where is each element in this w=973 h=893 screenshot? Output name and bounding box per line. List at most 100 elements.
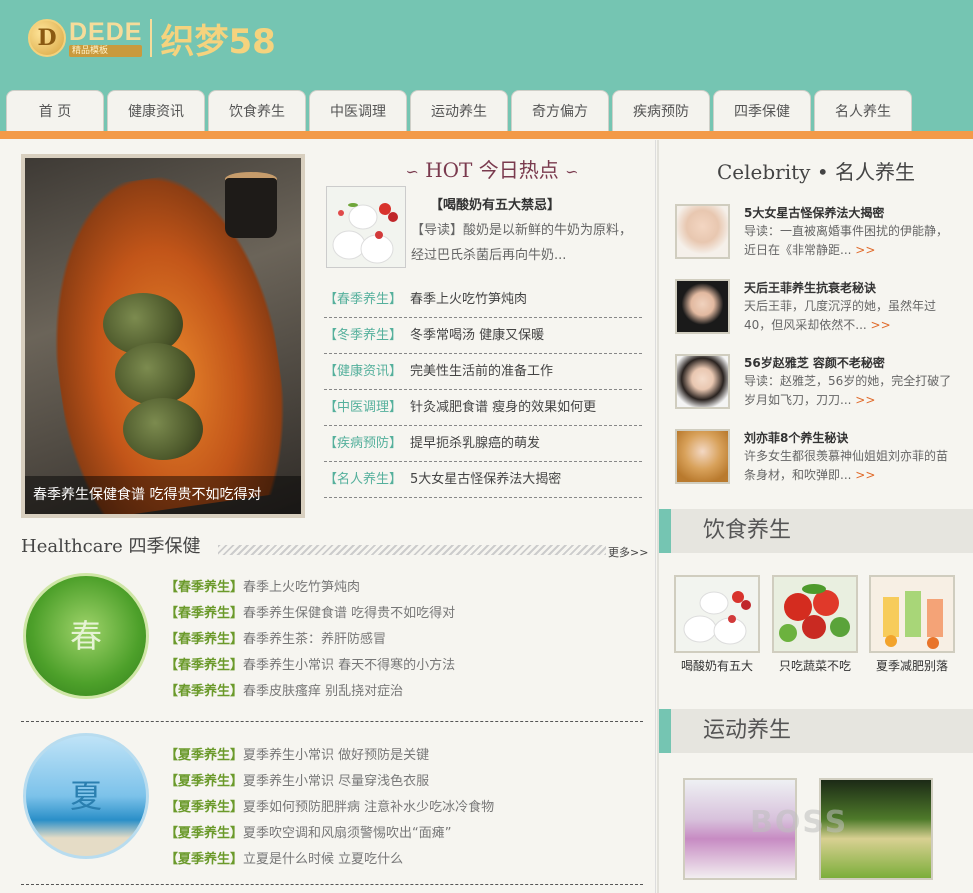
diet-thumb-vegetables[interactable] [772,575,858,653]
list-item[interactable]: 【夏季养生】夏季如何预防肥胖病 注意补水少吃冰冷食物 [165,795,494,821]
celebrity-desc-text: 导读：赵雅芝，56岁的她，完全打破了岁月如飞刀，刀刀... [744,374,952,407]
list-item[interactable]: 【春季养生】春季养生茶：养肝防感冒 [165,627,455,653]
feature-image[interactable]: 春季养生保健食谱 吃得贵不如吃得对 [21,154,305,518]
item-title[interactable]: 夏季养生小常识 做好预防是关键 [243,748,429,763]
item-title[interactable]: 立夏是什么时候 立夏吃什么 [243,852,403,867]
hot-headline-text[interactable]: 【喝酸奶有五大禁忌】 [430,198,560,213]
item-category[interactable]: 【夏季养生】 [165,800,243,815]
celebrity-item[interactable]: 天后王菲养生抗衰老秘诀 天后王菲，几度沉浮的她，虽然年过40，但风采却依然不..… [675,279,965,339]
item-title[interactable]: 春季养生茶：养肝防感冒 [243,632,386,647]
diet-thumb-yogurt[interactable] [674,575,760,653]
list-item[interactable]: 【夏季养生】夏季养生小常识 尽量穿浅色衣服 [165,769,494,795]
item-title[interactable]: 夏季吹空调和风扇须警惕吹出“面瘫” [243,826,451,841]
celebrity-item[interactable]: 5大女星古怪保养法大揭密 导读：一直被离婚事件困扰的伊能静，近日在《非常静距..… [675,204,965,264]
item-title[interactable]: 完美性生活前的准备工作 [410,364,553,379]
nav-tab-seasons[interactable]: 四季保健 [713,90,811,132]
celebrity-name[interactable]: 5大女星古怪保养法大揭密 [744,204,884,221]
item-category[interactable]: 【夏季养生】 [165,826,243,841]
yogurt-image [327,187,405,267]
nav-tab-tcm[interactable]: 中医调理 [309,90,407,132]
healthcare-more-link[interactable]: 更多>> [608,544,648,560]
list-item[interactable]: 【中医调理】 针灸减肥食谱 瘦身的效果如何更 [324,390,642,426]
item-title[interactable]: 冬季常喝汤 健康又保暖 [410,328,544,343]
more-link[interactable]: >> [855,243,875,257]
list-item[interactable]: 【名人养生】 5大女星古怪保养法大揭密 [324,462,642,498]
list-item[interactable]: 【春季养生】春季上火吃竹笋炖肉 [324,282,642,318]
nav-tab-disease[interactable]: 疾病预防 [612,90,710,132]
nav-tab-celebrity[interactable]: 名人养生 [814,90,912,132]
diet-thumb-drinks[interactable] [869,575,955,653]
list-item[interactable]: 【夏季养生】夏季养生小常识 做好预防是关键 [165,743,494,769]
item-category[interactable]: 【夏季养生】 [165,774,243,789]
item-title[interactable]: 提早扼杀乳腺癌的萌发 [410,436,540,451]
feature-caption[interactable]: 春季养生保健食谱 吃得贵不如吃得对 [25,476,301,514]
list-item[interactable]: 【春季养生】春季养生小常识 春天不得寒的小方法 [165,653,455,679]
list-item[interactable]: 【夏季养生】立夏是什么时候 立夏吃什么 [165,847,494,873]
hot-thumbnail[interactable] [326,186,406,268]
item-title[interactable]: 春季养生保健食谱 吃得贵不如吃得对 [243,606,455,621]
celebrity-avatar[interactable] [675,279,730,334]
list-item[interactable]: 【冬季养生】 冬季常喝汤 健康又保暖 [324,318,642,354]
item-category[interactable]: 【春季养生】 [165,684,243,699]
diet-caption[interactable]: 喝酸奶有五大 [672,657,762,674]
nav-tab-home[interactable]: 首 页 [6,90,104,132]
item-category[interactable]: 【冬季养生】 [324,328,402,343]
yogurt-image [676,577,758,651]
item-title[interactable]: 春季上火吃竹笋炖肉 [410,292,527,307]
site-logo[interactable]: D DEDE 精品模板 织梦58 [28,14,276,62]
hot-headline[interactable]: 【喝酸奶有五大禁忌】 [430,194,560,213]
item-category[interactable]: 【中医调理】 [324,400,402,415]
diet-section-header[interactable]: 饮食养生 [659,509,973,553]
list-item[interactable]: 【春季养生】春季养生保健食谱 吃得贵不如吃得对 [165,601,455,627]
sport-section-header[interactable]: 运动养生 [659,709,973,753]
nav-tab-sport[interactable]: 运动养生 [410,90,508,132]
celebrity-item[interactable]: 56岁赵雅芝 容颜不老秘密 导读：赵雅芝，56岁的她，完全打破了岁月如飞刀，刀刀… [675,354,965,414]
more-link[interactable]: >> [871,318,891,332]
list-item[interactable]: 【疾病预防】 提早扼杀乳腺癌的萌发 [324,426,642,462]
celebrity-name[interactable]: 刘亦菲8个养生秘诀 [744,429,848,446]
celebrity-avatar[interactable] [675,429,730,484]
site-header: D DEDE 精品模板 织梦58 首 页 健康资讯 饮食养生 中医调理 运动养生… [0,0,973,133]
item-title[interactable]: 夏季如何预防肥胖病 注意补水少吃冰冷食物 [243,800,494,815]
nav-tab-remedies[interactable]: 奇方偏方 [511,90,609,132]
list-item[interactable]: 【夏季养生】夏季吹空调和风扇须警惕吹出“面瘫” [165,821,494,847]
item-title[interactable]: 针灸减肥食谱 瘦身的效果如何更 [410,400,596,415]
list-item[interactable]: 【春季养生】春季上火吃竹笋炖肉 [165,575,455,601]
item-category[interactable]: 【春季养生】 [165,606,243,621]
item-title[interactable]: 春季皮肤瘙痒 别乱挠对症治 [243,684,403,699]
logo-divider [150,19,153,57]
item-category[interactable]: 【名人养生】 [324,472,402,487]
summer-circle-icon[interactable]: 夏 [23,733,149,859]
item-title[interactable]: 夏季养生小常识 尽量穿浅色衣服 [243,774,429,789]
item-title[interactable]: 春季养生小常识 春天不得寒的小方法 [243,658,455,673]
item-category[interactable]: 【春季养生】 [324,292,402,307]
hot-title-text: HOT 今日热点 [425,158,559,182]
celebrity-name[interactable]: 56岁赵雅芝 容颜不老秘密 [744,354,885,371]
logo-dede-text: DEDE [69,18,143,46]
list-item[interactable]: 【健康资讯】 完美性生活前的准备工作 [324,354,642,390]
celebrity-desc: 天后王菲，几度沉浮的她，虽然年过40，但风采却依然不... >> [744,297,952,335]
more-link[interactable]: >> [855,468,875,482]
item-title[interactable]: 5大女星古怪保养法大揭密 [410,472,561,487]
nav-tab-diet[interactable]: 饮食养生 [208,90,306,132]
item-category[interactable]: 【春季养生】 [165,580,243,595]
healthcare-title: Healthcare 四季保健 [21,536,201,557]
item-category[interactable]: 【疾病预防】 [324,436,402,451]
item-category[interactable]: 【健康资讯】 [324,364,402,379]
item-category[interactable]: 【夏季养生】 [165,852,243,867]
celebrity-avatar[interactable] [675,354,730,409]
item-category[interactable]: 【夏季养生】 [165,748,243,763]
more-link[interactable]: >> [855,393,875,407]
item-category[interactable]: 【春季养生】 [165,658,243,673]
diet-caption[interactable]: 只吃蔬菜不吃 [770,657,860,674]
spring-circle-icon[interactable]: 春 [23,573,149,699]
nav-tab-health-news[interactable]: 健康资讯 [107,90,205,132]
celebrity-item[interactable]: 刘亦菲8个养生秘诀 许多女生都很羡慕神仙姐姐刘亦菲的苗条身材，和吹弹即... >… [675,429,965,489]
celebrity-avatar[interactable] [675,204,730,259]
item-category[interactable]: 【春季养生】 [165,632,243,647]
item-title[interactable]: 春季上火吃竹笋炖肉 [243,580,360,595]
celebrity-desc-text: 天后王菲，几度沉浮的她，虽然年过40，但风采却依然不... [744,299,937,332]
list-item[interactable]: 【春季养生】春季皮肤瘙痒 别乱挠对症治 [165,679,455,705]
diet-caption[interactable]: 夏季减肥别落 [867,657,957,674]
celebrity-name[interactable]: 天后王菲养生抗衰老秘诀 [744,279,876,296]
